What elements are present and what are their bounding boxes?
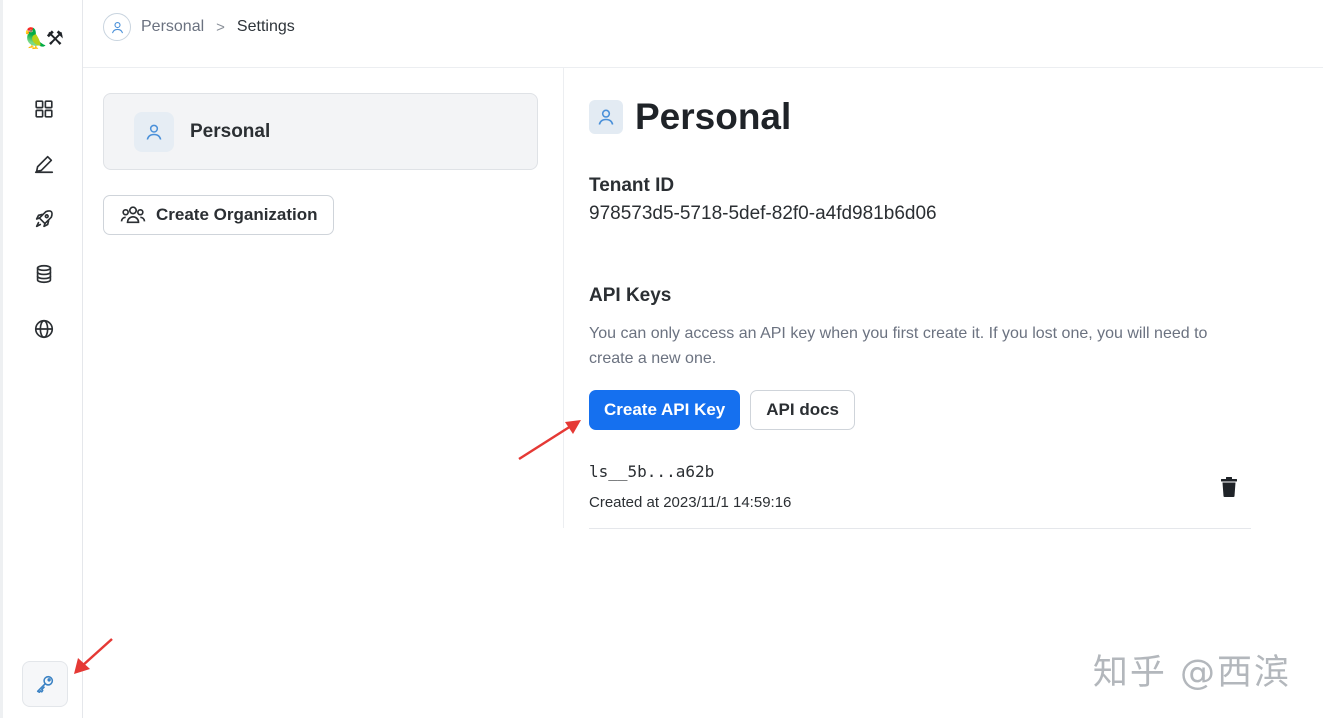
tenant-card-personal[interactable]: Personal	[103, 93, 538, 170]
rail-settings-key-button[interactable]	[22, 661, 68, 707]
pen-icon	[34, 155, 54, 174]
api-keys-heading: API Keys	[589, 285, 672, 306]
globe-icon	[34, 319, 54, 339]
database-icon	[36, 264, 52, 284]
api-key-name: ls__5b...a62b	[589, 462, 715, 481]
user-icon	[589, 100, 623, 134]
tenant-id-value[interactable]: 978573d5-5718-5def-82f0-a4fd981b6d06	[589, 203, 937, 225]
trash-icon	[1221, 477, 1237, 497]
rail-deploy-button[interactable]	[27, 202, 61, 236]
delete-api-key-button[interactable]	[1217, 475, 1241, 499]
top-header: Personal > Settings	[83, 0, 1323, 68]
rail-projects-button[interactable]	[27, 92, 61, 126]
api-keys-actions: Create API Key API docs	[589, 390, 856, 430]
api-keys-description: You can only access an API key when you …	[589, 325, 1208, 367]
page-title-row: Personal	[589, 95, 1251, 139]
rail-hub-button[interactable]	[27, 312, 61, 346]
users-icon	[120, 206, 146, 224]
tenant-list-panel: Personal Create Organization	[83, 68, 564, 528]
page-title: Personal	[635, 96, 792, 137]
user-icon	[103, 13, 131, 41]
create-organization-button[interactable]: Create Organization	[103, 195, 334, 235]
api-key-row: ls__5b...a62b Created at 2023/11/1 14:59…	[589, 457, 1251, 529]
tenant-card-name: Personal	[190, 120, 271, 142]
key-icon	[36, 675, 54, 694]
api-key-created-at: Created at 2023/11/1 14:59:16	[589, 494, 792, 511]
rocket-icon	[35, 210, 53, 228]
icon-rail: 🦜⚒	[0, 0, 83, 718]
watermark-text: 知乎 @西滨	[1092, 653, 1291, 693]
breadcrumb-current-page: Settings	[236, 18, 295, 35]
chevron-right-icon: >	[216, 18, 225, 36]
settings-content: Personal Tenant ID 978573d5-5718-5def-82…	[589, 95, 1251, 529]
create-organization-label: Create Organization	[156, 205, 318, 224]
rail-annotate-button[interactable]	[27, 147, 61, 181]
user-icon	[134, 111, 174, 152]
api-docs-button[interactable]: API docs	[750, 390, 856, 430]
grid-icon	[35, 100, 53, 118]
rail-datasets-button[interactable]	[27, 257, 61, 291]
app-logo[interactable]: 🦜⚒	[23, 26, 64, 51]
breadcrumb: Personal > Settings	[103, 12, 295, 42]
create-api-key-button[interactable]: Create API Key	[589, 390, 741, 430]
breadcrumb-workspace-link[interactable]: Personal	[141, 18, 204, 36]
tenant-id-heading: Tenant ID	[589, 175, 675, 196]
